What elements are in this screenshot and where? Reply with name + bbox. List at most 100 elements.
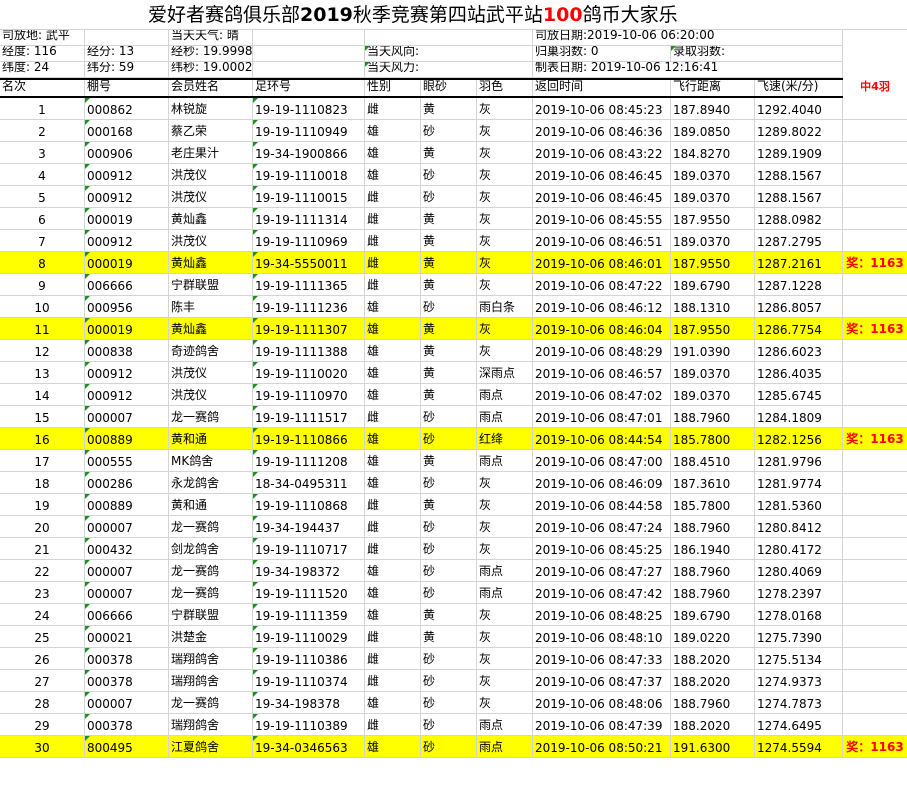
cell-award <box>843 406 907 428</box>
cell-loft: 000555 <box>85 450 169 472</box>
cell-sex: 雌 <box>365 406 421 428</box>
cell-return-time: 2019-10-06 08:46:04 <box>533 318 671 340</box>
cell-ring-number: 19-19-1111314 <box>253 208 365 230</box>
cell-award <box>843 120 907 142</box>
cell-award <box>843 472 907 494</box>
cell-eye: 砂 <box>421 560 477 582</box>
cell-distance: 187.9550 <box>671 252 755 274</box>
cell-eye: 砂 <box>421 670 477 692</box>
cell-member-name: 洪茂仪 <box>169 164 253 186</box>
title-row: 爱好者赛鸽俱乐部2019秋季竞赛第四站武平站100鸽币大家乐 <box>0 0 907 30</box>
cell-sex: 雌 <box>365 648 421 670</box>
table-row: 25 000021 洪楚金 19-19-1110029 雌黄灰 2019-10-06 08… <box>0 626 907 648</box>
cell-sex: 雌 <box>365 494 421 516</box>
cell-sex: 雄 <box>365 120 421 142</box>
cell-rank: 6 <box>0 208 85 230</box>
table-row: 19 000889 黄和通 19-19-1110868 雌黄灰 2019-10-06 08… <box>0 494 907 516</box>
cell-rank: 10 <box>0 296 85 318</box>
cell-distance: 189.0370 <box>671 362 755 384</box>
table-row: 14 000912 洪茂仪 19-19-1110970 雄黄雨点 2019-10-06 0… <box>0 384 907 406</box>
cell-award <box>843 450 907 472</box>
cell-eye: 黄 <box>421 252 477 274</box>
cell-eye: 砂 <box>421 186 477 208</box>
table-row: 30 800495 江夏鸽舍 19-34-0346563 雄砂雨点 2019-10-06 … <box>0 736 907 758</box>
table-row: 6 000019 黄灿鑫 19-19-1111314 雌黄灰 2019-10-06 08:… <box>0 208 907 230</box>
cell-return-time: 2019-10-06 08:47:00 <box>533 450 671 472</box>
cell-return-time: 2019-10-06 08:46:36 <box>533 120 671 142</box>
cell-return-time: 2019-10-06 08:45:55 <box>533 208 671 230</box>
cell-feather-color: 灰 <box>477 318 533 340</box>
cell-speed: 1274.9373 <box>755 670 843 692</box>
cell-distance: 188.2020 <box>671 648 755 670</box>
cell-loft: 000021 <box>85 626 169 648</box>
cell-award <box>843 230 907 252</box>
cell-speed: 1281.9774 <box>755 472 843 494</box>
table-row: 21 000432 剑龙鸽舍 19-19-1110717 雌砂灰 2019-10-06 0… <box>0 538 907 560</box>
cell-ring-number: 19-19-1110018 <box>253 164 365 186</box>
cell-return-time: 2019-10-06 08:44:58 <box>533 494 671 516</box>
cell-rank: 11 <box>0 318 85 340</box>
cell-distance: 187.9550 <box>671 208 755 230</box>
cell-sex: 雄 <box>365 164 421 186</box>
cell-sex: 雄 <box>365 340 421 362</box>
cell-return-time: 2019-10-06 08:45:23 <box>533 98 671 120</box>
cell-ring-number: 18-34-0495311 <box>253 472 365 494</box>
cell-feather-color: 灰 <box>477 494 533 516</box>
cell-eye: 砂 <box>421 296 477 318</box>
cell-rank: 29 <box>0 714 85 736</box>
cell-ring-number: 19-34-198372 <box>253 560 365 582</box>
cell-feather-color: 灰 <box>477 604 533 626</box>
cell-distance: 189.0370 <box>671 230 755 252</box>
returned-count: 归巢羽数: 0 <box>533 46 671 62</box>
cell-rank: 4 <box>0 164 85 186</box>
cell-feather-color: 灰 <box>477 120 533 142</box>
table-row: 16 000889 黄和通 19-19-1110866 雄砂红绛 2019-10-06 0… <box>0 428 907 450</box>
header-time: 返回时间 <box>533 80 671 96</box>
cell-feather-color: 灰 <box>477 340 533 362</box>
header-loft: 棚号 <box>85 80 169 96</box>
cell-member-name: 黄和通 <box>169 428 253 450</box>
cell-member-name: 龙一赛鸽 <box>169 516 253 538</box>
cell-eye: 砂 <box>421 582 477 604</box>
cell-return-time: 2019-10-06 08:45:25 <box>533 538 671 560</box>
cell-speed: 1288.0982 <box>755 208 843 230</box>
cell-rank: 7 <box>0 230 85 252</box>
table-row: 18 000286 永龙鸽舍 18-34-0495311 雄砂灰 2019-10-06 0… <box>0 472 907 494</box>
cell-ring-number: 19-19-1111359 <box>253 604 365 626</box>
table-row: 5 000912 洪茂仪 19-19-1110015 雌砂灰 2019-10-06 08:… <box>0 186 907 208</box>
table-row: 26 000378 瑞翔鸽舍 19-19-1110386 雌砂灰 2019-10-06 0… <box>0 648 907 670</box>
cell-rank: 15 <box>0 406 85 428</box>
latitude: 纬度: 24 <box>0 62 85 78</box>
column-header-row: 名次 棚号 会员姓名 足环号 性别 眼砂 羽色 返回时间 飞行距离 飞速(米/分… <box>0 80 907 96</box>
cell-sex: 雌 <box>365 98 421 120</box>
cell-feather-color: 灰 <box>477 516 533 538</box>
cell-eye: 砂 <box>421 714 477 736</box>
results-sheet: 爱好者赛鸽俱乐部2019秋季竞赛第四站武平站100鸽币大家乐 司放地: 武平 当… <box>0 0 907 795</box>
cell-return-time: 2019-10-06 08:46:51 <box>533 230 671 252</box>
cell-award <box>843 208 907 230</box>
cell-ring-number: 19-19-1110969 <box>253 230 365 252</box>
table-row: 12 000838 奇迹鸽舍 19-19-1111388 雄黄灰 2019-10-06 0… <box>0 340 907 362</box>
cell-member-name: 洪茂仪 <box>169 384 253 406</box>
weather: 当天天气: 晴 <box>169 30 253 46</box>
cell-distance: 185.7800 <box>671 428 755 450</box>
cell-loft: 000906 <box>85 142 169 164</box>
cell-sex: 雌 <box>365 626 421 648</box>
cell-member-name: 洪楚金 <box>169 626 253 648</box>
cell-feather-color: 雨点 <box>477 450 533 472</box>
cell-distance: 191.6300 <box>671 736 755 758</box>
cell-member-name: 洪茂仪 <box>169 186 253 208</box>
cell-return-time: 2019-10-06 08:47:39 <box>533 714 671 736</box>
cell-sex: 雌 <box>365 230 421 252</box>
table-row: 22 000007 龙一赛鸽 19-34-198372 雄砂雨点 2019-10-06 0… <box>0 560 907 582</box>
cell-sex: 雌 <box>365 208 421 230</box>
cell-rank: 2 <box>0 120 85 142</box>
cell-speed: 1281.9796 <box>755 450 843 472</box>
cell-award <box>843 714 907 736</box>
cell-member-name: 龙一赛鸽 <box>169 406 253 428</box>
cell-award <box>843 494 907 516</box>
cell-feather-color: 灰 <box>477 252 533 274</box>
cell-loft: 000378 <box>85 670 169 692</box>
cell-loft: 000378 <box>85 714 169 736</box>
cell-award <box>843 274 907 296</box>
